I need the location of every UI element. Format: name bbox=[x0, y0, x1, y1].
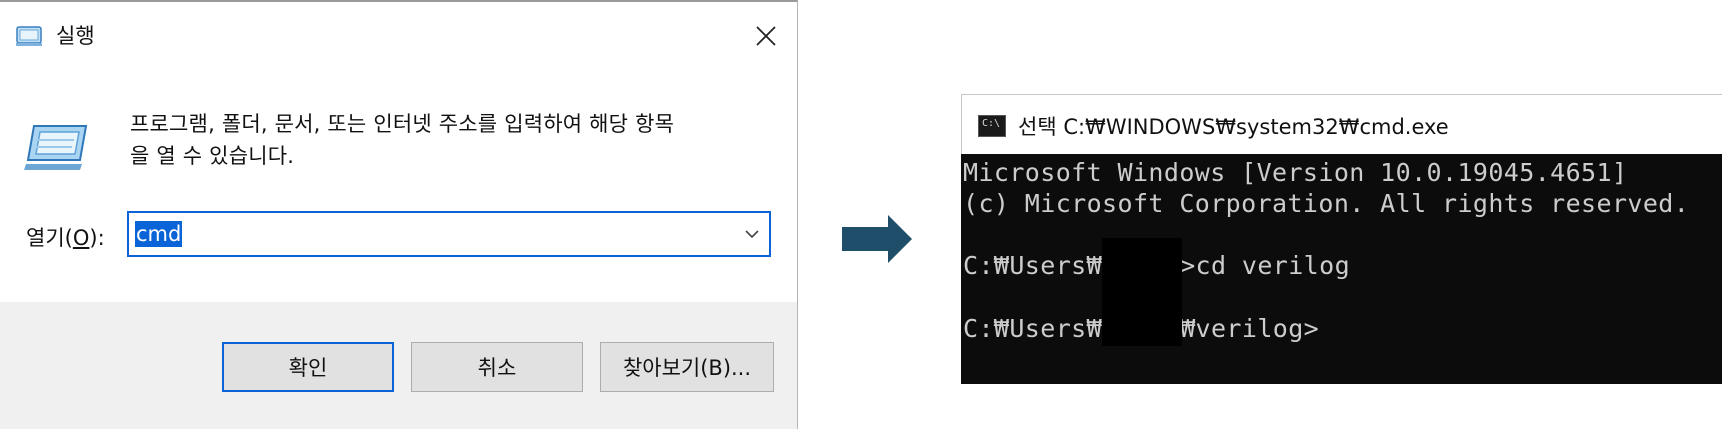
run-dialog-title: 실행 bbox=[56, 24, 95, 48]
cmd-titlebar: C:\ 선택 C:₩WINDOWS₩system32₩cmd.exe bbox=[961, 94, 1722, 154]
console-banner-line1: Microsoft Windows [Version 10.0.19045.46… bbox=[963, 158, 1628, 187]
console-prompt: ₩verilog> bbox=[1180, 314, 1320, 343]
cmd-console[interactable]: Microsoft Windows [Version 10.0.19045.46… bbox=[961, 154, 1722, 384]
console-path-prefix: C:₩Users₩ bbox=[963, 251, 1103, 280]
close-button[interactable] bbox=[748, 18, 784, 54]
run-dialog-body: 프로그램, 폴더, 문서, 또는 인터넷 주소를 입력하여 해당 항목 을 열 … bbox=[0, 66, 797, 302]
cancel-button[interactable]: 취소 bbox=[411, 342, 583, 392]
browse-button[interactable]: 찾아보기(B)... bbox=[600, 342, 774, 392]
cmd-icon: C:\ bbox=[978, 115, 1006, 137]
ok-button[interactable]: 확인 bbox=[222, 342, 394, 392]
run-titlebar: 실행 bbox=[0, 2, 797, 66]
run-description-line2: 을 열 수 있습니다. bbox=[130, 144, 295, 168]
open-input-value[interactable]: cmd bbox=[135, 221, 183, 247]
cmd-window-title: 선택 C:₩WINDOWS₩system32₩cmd.exe bbox=[1018, 115, 1449, 139]
close-icon bbox=[756, 26, 776, 46]
open-label-suffix: ): bbox=[89, 226, 105, 250]
run-icon bbox=[16, 26, 42, 46]
console-banner-line2: (c) Microsoft Corporation. All rights re… bbox=[963, 189, 1690, 218]
open-label-mnemonic: O bbox=[72, 226, 90, 250]
console-path-prefix: C:₩Users₩ bbox=[963, 314, 1103, 343]
open-label-prefix: 열기( bbox=[26, 226, 73, 250]
run-description: 프로그램, 폴더, 문서, 또는 인터넷 주소를 입력하여 해당 항목 을 열 … bbox=[130, 108, 780, 172]
arrow-right-icon bbox=[842, 215, 912, 263]
run-dialog: 실행 프로그램, 폴더, 문서, 또는 인터넷 주소를 입력하여 해당 항목 을… bbox=[0, 0, 798, 429]
open-input[interactable]: cmd bbox=[127, 211, 771, 257]
open-label: 열기(O): bbox=[26, 222, 105, 252]
chevron-down-icon[interactable] bbox=[741, 223, 763, 245]
redaction-block bbox=[1102, 238, 1182, 346]
run-icon bbox=[24, 125, 88, 170]
cmd-window: C:\ 선택 C:₩WINDOWS₩system32₩cmd.exe Micro… bbox=[961, 88, 1722, 384]
console-command: >cd verilog bbox=[1180, 251, 1351, 280]
run-description-line1: 프로그램, 폴더, 문서, 또는 인터넷 주소를 입력하여 해당 항목 bbox=[130, 112, 675, 136]
